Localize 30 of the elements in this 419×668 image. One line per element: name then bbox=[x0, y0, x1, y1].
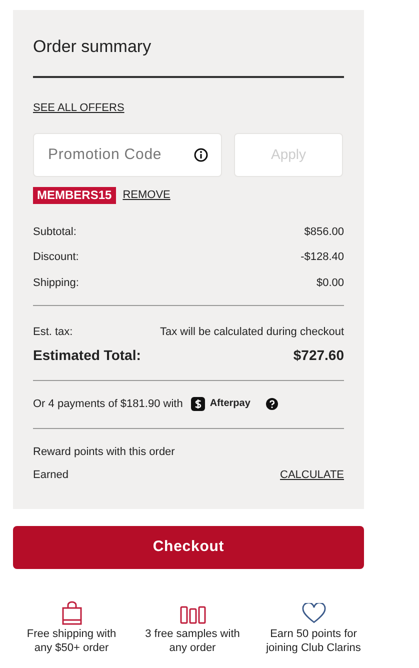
line-value: $0.00 bbox=[316, 276, 344, 290]
promo-code-tag: MEMBERS15 bbox=[33, 186, 116, 204]
bottles-icon bbox=[180, 605, 206, 625]
tax-note: Tax will be calculated during checkout bbox=[160, 325, 344, 340]
see-all-offers-link[interactable]: SEE ALL OFFERS bbox=[33, 100, 124, 116]
line-value: $856.00 bbox=[304, 224, 344, 240]
perk-text: Free shipping with any $50+ order bbox=[26, 627, 118, 655]
line-label: Shipping: bbox=[33, 276, 79, 290]
info-icon[interactable] bbox=[194, 148, 208, 162]
line-label: Discount: bbox=[33, 250, 79, 265]
total-value: $727.60 bbox=[293, 346, 344, 364]
remove-link[interactable]: REMOVE bbox=[122, 186, 170, 204]
perk-text: Earn 50 points for joining Club Clarins bbox=[264, 627, 362, 655]
tax-label: Est. tax: bbox=[33, 325, 73, 340]
line-label: Subtotal: bbox=[33, 224, 76, 240]
afterpay-logo: Afterpay bbox=[210, 397, 250, 412]
dollar-icon bbox=[190, 396, 205, 411]
shopping-bag-icon bbox=[60, 601, 82, 625]
total-label: Estimated Total: bbox=[33, 346, 141, 364]
panel-title: Order summary bbox=[33, 34, 344, 78]
rewards-title: Reward points with this order bbox=[33, 445, 176, 460]
perk-text: 3 free samples with any order bbox=[144, 627, 241, 655]
calculate-link[interactable]: CALCULATE bbox=[280, 466, 344, 483]
heart-icon bbox=[300, 603, 326, 625]
earned-label: Earned bbox=[33, 468, 68, 482]
checkout-button[interactable]: Checkout bbox=[13, 526, 364, 569]
promotion-code-field[interactable]: Promotion Code bbox=[33, 132, 222, 176]
line-value: -$128.40 bbox=[300, 250, 344, 265]
installments-text: Or 4 payments of $181.90 with bbox=[33, 396, 183, 412]
help-icon[interactable] bbox=[266, 398, 278, 410]
